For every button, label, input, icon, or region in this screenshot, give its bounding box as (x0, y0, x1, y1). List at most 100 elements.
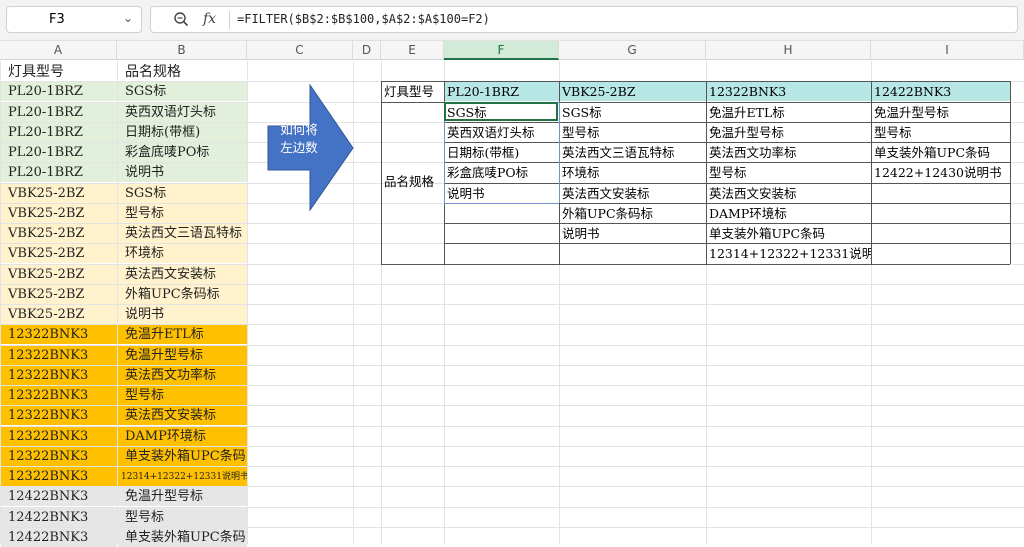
column-header-f[interactable]: F (444, 41, 559, 60)
result-cell[interactable] (872, 224, 1010, 243)
cell-spec[interactable]: 英法西文安装标 (118, 265, 247, 284)
cell-model[interactable]: PL20-1BRZ (1, 82, 117, 101)
sheet-grid[interactable]: 灯具型号 品名规格 PL20-1BRZ SGS标 PL20-1BRZ 英西双语灯头标 PL2… (0, 61, 1024, 547)
result-cell[interactable]: 说明书 (445, 184, 559, 203)
cell-spec[interactable]: 英法西文功率标 (118, 366, 247, 385)
cell-model[interactable]: VBK25-2BZ (1, 244, 117, 263)
result-cell[interactable]: 英西双语灯头标 (445, 123, 559, 142)
result-cell[interactable]: 英法西文功率标 (707, 143, 871, 162)
cell-spec[interactable]: DAMP环境标 (118, 427, 247, 446)
result-cell[interactable]: 英法西文三语瓦特标 (560, 143, 706, 162)
result-cell[interactable]: 免温升型号标 (707, 123, 871, 142)
result-cell[interactable]: 英法西文安装标 (707, 184, 871, 203)
cell-model[interactable]: 12322BNK3 (1, 386, 117, 405)
result-cell[interactable]: 外箱UPC条码标 (560, 204, 706, 223)
result-cell[interactable]: 型号标 (707, 163, 871, 182)
result-cell[interactable] (445, 224, 559, 243)
cell-model[interactable]: 12422BNK3 (1, 487, 117, 506)
result-cell[interactable]: 说明书 (560, 224, 706, 243)
result-cell[interactable]: 免温升ETL标 (707, 103, 871, 122)
column-header-d[interactable]: D (353, 41, 381, 60)
cell-model[interactable]: VBK25-2BZ (1, 265, 117, 284)
zoom-icon[interactable] (173, 11, 189, 31)
result-cell[interactable]: 日期标(带框) (445, 143, 559, 162)
column-header-g[interactable]: G (559, 41, 706, 60)
cell-spec[interactable]: 英西双语灯头标 (118, 103, 247, 122)
cell-spec[interactable]: 单支装外箱UPC条码 (118, 528, 247, 547)
cell-model[interactable]: 12322BNK3 (1, 406, 117, 425)
result-cell[interactable]: 型号标 (872, 123, 1010, 142)
result-cell[interactable]: DAMP环境标 (707, 204, 871, 223)
result-header-0[interactable]: PL20-1BRZ (445, 82, 559, 101)
cell-model[interactable]: VBK25-2BZ (1, 204, 117, 223)
result-cell[interactable] (445, 244, 559, 263)
result-cell[interactable]: 单支装外箱UPC条码 (872, 143, 1010, 162)
result-cell[interactable]: 12422+12430说明书 (872, 163, 1010, 182)
cell-spec[interactable]: 型号标 (118, 204, 247, 223)
cell-model[interactable]: PL20-1BRZ (1, 123, 117, 142)
column-header-i[interactable]: I (871, 41, 1024, 60)
cell-model[interactable]: 12322BNK3 (1, 325, 117, 344)
cell-spec[interactable]: 说明书 (118, 305, 247, 324)
result-cell[interactable] (872, 204, 1010, 223)
cell-spec[interactable]: 12314+12322+12331说明书 (118, 467, 247, 486)
cell-spec[interactable]: 说明书 (118, 163, 247, 182)
cell-spec[interactable]: 环境标 (118, 244, 247, 263)
result-label-model[interactable]: 灯具型号 (382, 82, 444, 101)
cell-model[interactable]: 12422BNK3 (1, 528, 117, 547)
result-cell[interactable]: 环境标 (560, 163, 706, 182)
result-cell[interactable] (872, 244, 1010, 263)
column-header-a[interactable]: A (0, 41, 117, 60)
column-header-e[interactable]: E (381, 41, 444, 60)
cell-spec[interactable]: SGS标 (118, 184, 247, 203)
formula-input-area[interactable]: fx =FILTER($B$2:$B$100,$A$2:$A$100=F2) (150, 6, 1018, 33)
cell-model[interactable]: 12322BNK3 (1, 447, 117, 466)
cell-spec[interactable]: 彩盒底唛PO标 (118, 143, 247, 162)
column-header-b[interactable]: B (117, 41, 247, 60)
cell-spec[interactable]: 型号标 (118, 386, 247, 405)
chevron-down-icon[interactable]: ⌄ (123, 11, 133, 25)
result-cell[interactable]: SGS标 (560, 103, 706, 122)
cell-spec[interactable]: 免温升ETL标 (118, 325, 247, 344)
cell-model[interactable]: 12322BNK3 (1, 427, 117, 446)
result-cell[interactable] (872, 184, 1010, 203)
result-cell[interactable]: 免温升型号标 (872, 103, 1010, 122)
result-cell[interactable]: 英法西文安装标 (560, 184, 706, 203)
column-header-h[interactable]: H (706, 41, 871, 60)
cell-model[interactable]: 12322BNK3 (1, 467, 117, 486)
cell-spec[interactable]: 外箱UPC条码标 (118, 285, 247, 304)
cell-model[interactable]: 12322BNK3 (1, 346, 117, 365)
result-label-spec[interactable]: 品名规格 (382, 103, 444, 264)
result-header-2[interactable]: 12322BNK3 (707, 82, 871, 101)
cell-model[interactable]: VBK25-2BZ (1, 285, 117, 304)
result-cell[interactable]: 12314+12322+12331说明书 (707, 244, 871, 263)
result-header-3[interactable]: 12422BNK3 (872, 82, 1010, 101)
cell-model[interactable]: PL20-1BRZ (1, 163, 117, 182)
cell-spec[interactable]: 英法西文三语瓦特标 (118, 224, 247, 243)
cell-model[interactable]: PL20-1BRZ (1, 103, 117, 122)
cell-spec[interactable]: 日期标(带框) (118, 123, 247, 142)
cell-model[interactable]: 12322BNK3 (1, 366, 117, 385)
result-cell[interactable]: 彩盒底唛PO标 (445, 163, 559, 182)
cell-model[interactable]: VBK25-2BZ (1, 184, 117, 203)
column-header-c[interactable]: C (247, 41, 353, 60)
cell-model[interactable]: 灯具型号 (1, 62, 117, 81)
result-cell[interactable]: 单支装外箱UPC条码 (707, 224, 871, 243)
result-cell[interactable] (445, 204, 559, 223)
result-header-1[interactable]: VBK25-2BZ (560, 82, 706, 101)
cell-model[interactable]: PL20-1BRZ (1, 143, 117, 162)
formula-text[interactable]: =FILTER($B$2:$B$100,$A$2:$A$100=F2) (237, 12, 490, 26)
cell-spec[interactable]: 免温升型号标 (118, 487, 247, 506)
cell-model[interactable]: VBK25-2BZ (1, 305, 117, 324)
cell-model[interactable]: 12422BNK3 (1, 508, 117, 527)
cell-spec[interactable]: SGS标 (118, 82, 247, 101)
name-box[interactable]: F3 ⌄ (6, 6, 142, 33)
cell-model[interactable]: VBK25-2BZ (1, 224, 117, 243)
cell-spec[interactable]: 免温升型号标 (118, 346, 247, 365)
function-icon[interactable]: fx (203, 11, 216, 27)
cell-spec[interactable]: 单支装外箱UPC条码 (118, 447, 247, 466)
result-cell[interactable] (560, 244, 706, 263)
cell-spec[interactable]: 英法西文安装标 (118, 406, 247, 425)
cell-spec[interactable]: 品名规格 (118, 62, 247, 81)
result-cell[interactable]: 型号标 (560, 123, 706, 142)
